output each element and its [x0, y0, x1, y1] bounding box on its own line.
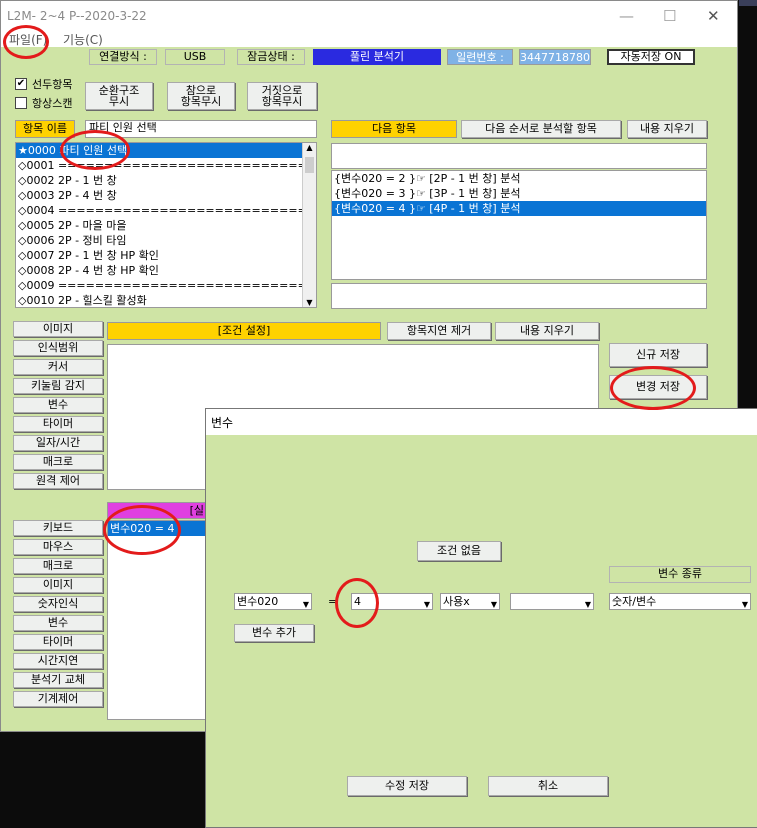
ignore-circular-button[interactable]: 순환구조 무시 — [85, 82, 153, 110]
key-detect-button[interactable]: 키눌림 감지 — [13, 378, 103, 394]
macro-button[interactable]: 매크로 — [13, 454, 103, 470]
connection-label: 연결방식 : — [89, 49, 157, 65]
list-item[interactable]: ◇0007 2P - 1 번 창 HP 확인 — [16, 248, 316, 263]
action-type-buttons: 키보드 마우스 매크로 이미지 숫자인식 변수 타이머 시간지연 분석기 교체 … — [13, 520, 103, 707]
next-item-note[interactable] — [331, 283, 707, 309]
desktop-edge — [739, 0, 757, 6]
chevron-down-icon: ▼ — [741, 600, 748, 609]
menu-function[interactable]: 기능(C) — [63, 31, 103, 48]
variable-select-value: 변수020 — [237, 595, 279, 608]
item-list[interactable]: ★0000 파티 인원 선택 ◇0001 ===================… — [15, 142, 317, 308]
next-item-label: 다음 항목 — [331, 120, 457, 138]
new-save-button[interactable]: 신규 저장 — [609, 343, 707, 367]
list-item[interactable]: {변수020 = 2 }☞ [2P - 1 번 창] 분석 — [332, 171, 706, 186]
cursor-button[interactable]: 커서 — [13, 359, 103, 375]
recognition-range-button[interactable]: 인식범위 — [13, 340, 103, 356]
annotation-circle — [60, 130, 130, 170]
no-condition-button[interactable]: 조건 없음 — [417, 541, 501, 561]
next-order-button[interactable]: 다음 순서로 분석할 항목 — [461, 120, 621, 138]
chevron-down-icon: ▼ — [490, 600, 497, 609]
var-type-label: 변수 종류 — [609, 566, 751, 583]
clear-content-button[interactable]: 내용 지우기 — [627, 120, 707, 138]
var-type-select[interactable]: 숫자/변수 ▼ — [609, 593, 751, 610]
condition-label: [조건 설정] — [107, 322, 381, 340]
chevron-down-icon: ▼ — [302, 600, 309, 609]
keyboard-button[interactable]: 키보드 — [13, 520, 103, 536]
list-item[interactable]: ◇0008 2P - 4 번 창 HP 확인 — [16, 263, 316, 278]
dialog-title-bar: 변수 — [206, 409, 757, 435]
annotation-circle — [103, 505, 181, 555]
clear-condition-button[interactable]: 내용 지우기 — [495, 322, 599, 340]
list-item[interactable]: ◇0002 2P - 1 번 창 — [16, 173, 316, 188]
list-item[interactable]: {변수020 = 4 }☞ [4P - 1 번 창] 분석 — [332, 201, 706, 216]
annotation-circle — [335, 578, 379, 628]
macro-action-button[interactable]: 매크로 — [13, 558, 103, 574]
dialog-title: 변수 — [211, 416, 234, 430]
annotation-circle — [610, 366, 696, 410]
variable-select[interactable]: 변수020 ▼ — [234, 593, 312, 610]
menu-bar: 파일(F) 기능(C) — [1, 31, 737, 47]
item-name-label: 항목 이름 — [15, 120, 75, 138]
lock-label: 잠금상태 : — [237, 49, 305, 65]
list-item[interactable]: ◇0003 2P - 4 번 창 — [16, 188, 316, 203]
always-scan-checkbox[interactable] — [15, 97, 27, 109]
first-item-checkbox[interactable]: ✔ — [15, 78, 27, 90]
list-item[interactable]: ◇0009 ==================================… — [16, 278, 316, 293]
title-bar: L2M- 2~4 P--2020-3-22 — ☐ ✕ — [1, 1, 737, 31]
next-item-list[interactable]: {변수020 = 2 }☞ [2P - 1 번 창] 분석 {변수020 = 3… — [331, 170, 707, 280]
variable-button[interactable]: 변수 — [13, 397, 103, 413]
analyzer-swap-button[interactable]: 분석기 교체 — [13, 672, 103, 688]
number-recognition-button[interactable]: 숫자인식 — [13, 596, 103, 612]
list-item[interactable]: ◇0004 ==================================… — [16, 203, 316, 218]
list-scrollbar[interactable]: ▲ ▼ — [302, 143, 316, 307]
var-type-select-value: 숫자/변수 — [612, 595, 657, 608]
cancel-button[interactable]: 취소 — [488, 776, 608, 796]
add-variable-button[interactable]: 변수 추가 — [234, 624, 314, 642]
operand-select[interactable]: ▼ — [510, 593, 594, 610]
true-skip-button[interactable]: 참으로 항목무시 — [167, 82, 235, 110]
datetime-button[interactable]: 일자/시간 — [13, 435, 103, 451]
machine-control-button[interactable]: 기계제어 — [13, 691, 103, 707]
image-button[interactable]: 이미지 — [13, 321, 103, 337]
serial-label: 일련번호 : — [447, 49, 513, 65]
list-item[interactable]: {변수020 = 3 }☞ [3P - 1 번 창] 분석 — [332, 186, 706, 201]
annotation-circle — [3, 25, 49, 59]
condition-type-buttons: 이미지 인식범위 커서 키눌림 감지 변수 타이머 일자/시간 매크로 원격 제… — [13, 321, 103, 489]
variable-dialog: 변수 조건 없음 변수 종류 변수020 ▼ = 4 ▼ 사용x ▼ ▼ 숫자/변수 ▼… — [205, 408, 757, 828]
minimize-icon[interactable]: — — [619, 7, 634, 25]
remote-control-button[interactable]: 원격 제어 — [13, 473, 103, 489]
timer-button[interactable]: 타이머 — [13, 416, 103, 432]
serial-value: 3447718780 — [519, 49, 591, 65]
remove-delay-button[interactable]: 항목지연 제거 — [387, 322, 491, 340]
next-item-input[interactable] — [331, 143, 707, 169]
chevron-down-icon: ▼ — [423, 600, 430, 609]
false-skip-button[interactable]: 거짓으로 항목무시 — [247, 82, 317, 110]
variable-action-button[interactable]: 변수 — [13, 615, 103, 631]
first-item-label: 선두항목 — [32, 78, 73, 91]
always-scan-label: 항상스캔 — [32, 97, 73, 110]
use-select[interactable]: 사용x ▼ — [440, 593, 500, 610]
autosave-button[interactable]: 자동저장 ON — [607, 49, 695, 65]
window-title: L2M- 2~4 P--2020-3-22 — [7, 9, 147, 23]
image-action-button[interactable]: 이미지 — [13, 577, 103, 593]
list-item[interactable]: ◇0005 2P - 마을 마을 — [16, 218, 316, 233]
mouse-button[interactable]: 마우스 — [13, 539, 103, 555]
use-select-value: 사용x — [443, 595, 470, 608]
list-item[interactable]: ◇0010 2P - 힐스킬 활성화 — [16, 293, 316, 307]
connection-value: USB — [165, 49, 225, 65]
close-icon[interactable]: ✕ — [707, 7, 720, 25]
list-item[interactable]: ◇0006 2P - 정비 타임 — [16, 233, 316, 248]
time-delay-button[interactable]: 시간지연 — [13, 653, 103, 669]
save-edit-button[interactable]: 수정 저장 — [347, 776, 467, 796]
chevron-down-icon: ▼ — [584, 600, 591, 609]
list-item[interactable]: ◇0001 ==================================… — [16, 158, 316, 173]
timer-action-button[interactable]: 타이머 — [13, 634, 103, 650]
lock-status-badge: 풀린 분석기 — [313, 49, 441, 65]
maximize-icon[interactable]: ☐ — [663, 7, 676, 25]
